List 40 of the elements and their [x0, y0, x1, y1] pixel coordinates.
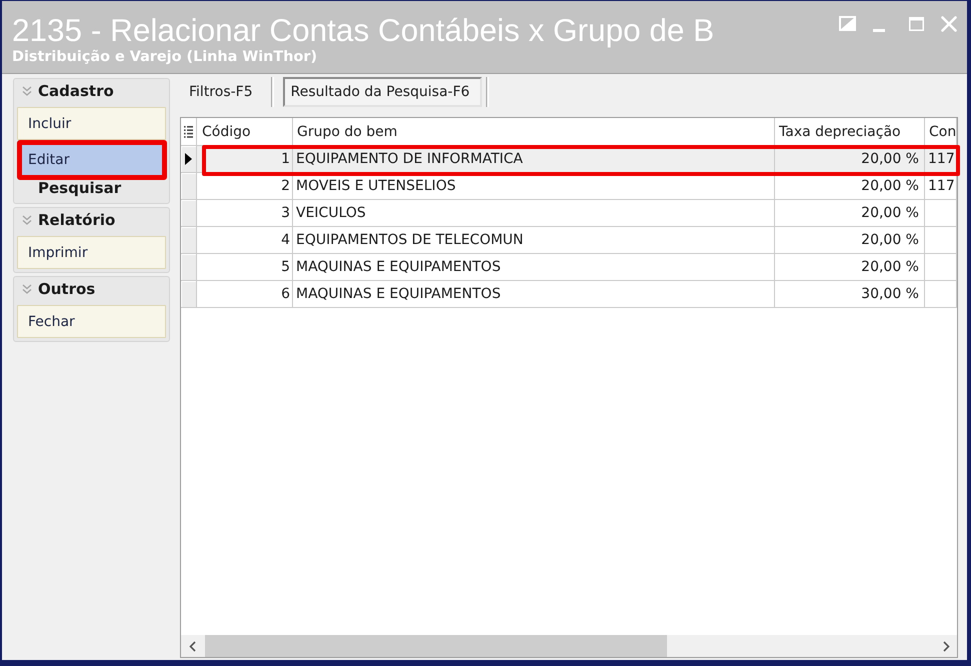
subgroup-label[interactable]: Pesquisar — [38, 179, 122, 197]
maximize-icon[interactable] — [909, 17, 924, 31]
row-header-cell[interactable] — [181, 254, 197, 281]
scrollbar-thumb[interactable] — [205, 635, 667, 657]
window-title: 2135 - Relacionar Contas Contábeis x Grupo de B — [12, 12, 714, 48]
table-cell: MAQUINAS E EQUIPAMENTOS — [293, 281, 775, 308]
table-cell: 117 — [925, 146, 957, 173]
group-header[interactable]: Outros — [17, 277, 96, 301]
column-header[interactable]: Grupo do bem — [293, 118, 775, 146]
row-header-cell[interactable] — [181, 173, 197, 200]
sidebar-item[interactable]: Fechar — [17, 305, 166, 338]
table-cell: 30,00 % — [775, 281, 925, 308]
sidebar-item[interactable]: Imprimir — [17, 236, 166, 269]
row-pointer-icon — [185, 153, 192, 165]
window-subtitle: Distribuição e Varejo (Linha WinThor) — [12, 49, 318, 66]
group-header[interactable]: Relatório — [17, 208, 116, 232]
horizontal-scrollbar[interactable] — [181, 635, 957, 657]
tab[interactable]: Filtros-F5 — [180, 77, 262, 107]
table-row[interactable]: 4 EQUIPAMENTOS DE TELECOMUN 20,00 % — [181, 227, 957, 254]
table-cell: 6 — [197, 281, 293, 308]
sidebar-item[interactable]: Incluir — [17, 107, 166, 140]
chevron-right-icon[interactable] — [942, 640, 950, 652]
column-header[interactable]: Con — [925, 118, 957, 146]
row-header-cell[interactable] — [181, 281, 197, 308]
column-list-icon[interactable] — [184, 126, 193, 138]
table-cell: EQUIPAMENTO DE INFORMATICA — [293, 146, 775, 173]
table-row[interactable]: 5 MAQUINAS E EQUIPAMENTOS 20,00 % — [181, 254, 957, 281]
chevron-left-icon[interactable] — [188, 640, 196, 652]
tab[interactable]: Resultado da Pesquisa-F6 — [282, 77, 482, 107]
table-row[interactable]: 6 MAQUINAS E EQUIPAMENTOS 30,00 % — [181, 281, 957, 308]
table-row[interactable]: 3 VEICULOS 20,00 % — [181, 200, 957, 227]
row-header-cell[interactable] — [181, 200, 197, 227]
close-icon[interactable] — [941, 16, 957, 32]
group-header[interactable]: Cadastro — [17, 79, 114, 103]
minimize-icon[interactable] — [873, 29, 885, 32]
row-header-cell[interactable] — [181, 227, 197, 254]
diagonal-square-icon[interactable] — [839, 16, 856, 31]
table-cell: 20,00 % — [775, 146, 925, 173]
column-header[interactable]: Taxa depreciação — [775, 118, 925, 146]
row-header-cell[interactable] — [181, 146, 197, 173]
